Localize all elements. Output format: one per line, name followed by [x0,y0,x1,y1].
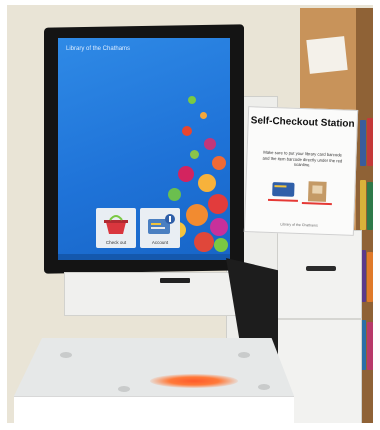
bubble [188,96,196,104]
scanner-housing [64,272,240,316]
bubble [186,204,208,226]
book [367,252,373,302]
pad-front [14,396,294,427]
account-label: Account [151,240,169,245]
bubble [204,138,216,150]
book [367,118,373,166]
bubble [182,126,192,136]
bubble [214,238,228,252]
item-pad[interactable] [14,338,294,396]
bubble [210,218,228,236]
sign-title: Self-Checkout Station [250,115,355,130]
shopping-basket-icon [104,215,128,234]
checkout-label: Check out [105,240,127,245]
pedestal-seam [272,318,362,320]
sign-footer: Library of the Chathams [280,222,318,228]
bubble [190,150,199,159]
receipt-slot[interactable] [306,266,336,271]
wall-note [306,36,348,74]
screen-title: Library of the Chathams [66,46,131,52]
bubble [194,232,214,252]
pad-foot [238,352,250,358]
touchscreen[interactable]: Library of the Chathams Check out Accoun… [58,38,230,260]
pad-foot [60,352,72,358]
bubble [168,188,181,201]
bubble [208,194,228,214]
scan-illustration-icon [267,181,332,206]
bubble [198,174,216,192]
scan-light [150,374,238,388]
library-card-icon [148,214,175,234]
bubble [200,112,207,119]
book [360,120,366,166]
pad-foot [258,384,270,390]
pad-foot [118,386,130,392]
checkout-tile[interactable]: Check out [96,208,136,248]
book [360,180,366,230]
kiosk-photo: bibliotheca Library of the Chathams Chec… [0,0,380,430]
screen-footer [58,254,230,260]
account-tile[interactable]: Account [140,208,180,248]
instruction-sign: Self-Checkout Station Make sure to put y… [243,106,359,236]
book [367,322,373,370]
bubble [178,166,194,182]
sign-body: Make sure to put your library card barco… [262,149,343,168]
bubble [212,156,226,170]
book [367,182,373,230]
barcode-scanner[interactable] [160,278,190,283]
